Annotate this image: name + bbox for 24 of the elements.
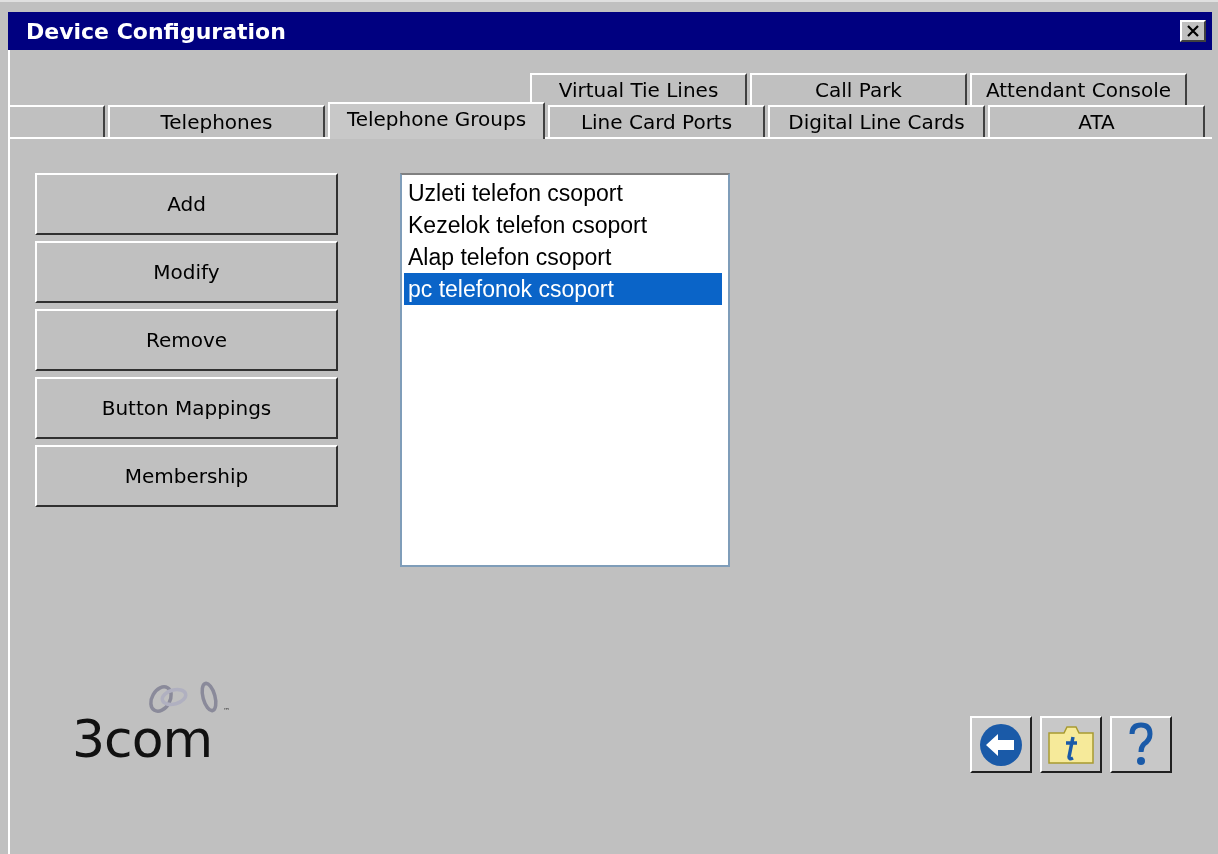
back-button[interactable] [970,716,1032,773]
list-item[interactable]: Alap telefon csoport [404,241,722,273]
tab[interactable]: Attendant Console [970,73,1187,105]
action-button[interactable]: Button Mappings [35,377,338,439]
tab[interactable]: Telephones [108,105,325,137]
window-title: Device Configuration [26,18,286,44]
help-button[interactable] [1110,716,1172,773]
tab[interactable]: Digital Line Cards [768,105,985,137]
list-item[interactable]: pc telefonok csoport [404,273,722,305]
list-item[interactable]: Uzleti telefon csoport [404,177,722,209]
close-icon [1185,24,1201,38]
close-button[interactable] [1180,20,1206,42]
action-button[interactable]: Modify [35,241,338,303]
tab[interactable]: Line Card Ports [548,105,765,137]
action-button[interactable]: Add [35,173,338,235]
list-item[interactable]: Kezelok telefon csoport [404,209,722,241]
tab[interactable]: ATA [988,105,1205,137]
tab[interactable]: Virtual Tie Lines [530,73,747,105]
folder-button[interactable] [1040,716,1102,773]
tab[interactable]: Call Park [750,73,967,105]
action-button[interactable]: Remove [35,309,338,371]
tab[interactable]: Telephone Groups [328,102,545,139]
action-button[interactable]: Membership [35,445,338,507]
logo-text: 3com [72,715,214,763]
